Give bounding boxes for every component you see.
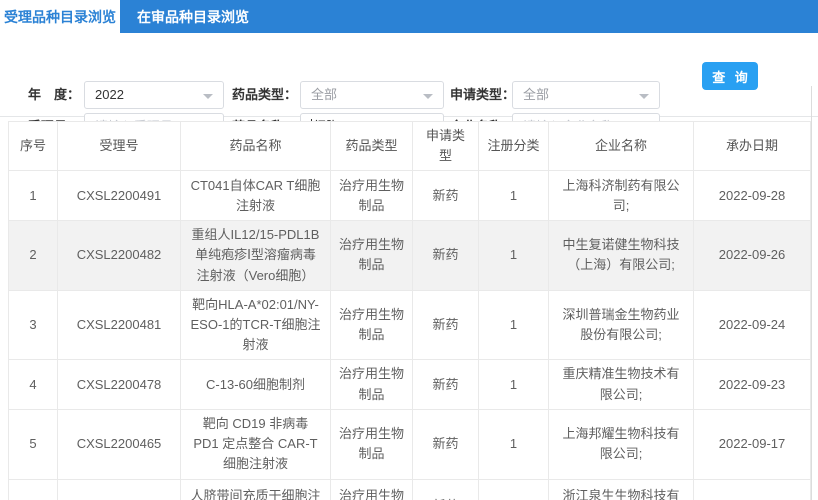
table-cell: CXSL2200465 xyxy=(58,410,181,479)
table-cell: 靶向HLA-A*02:01/NY-ESO-1的TCR-T细胞注射液 xyxy=(181,290,331,359)
table-cell: 5 xyxy=(9,410,58,479)
table-row[interactable]: 3CXSL2200481靶向HLA-A*02:01/NY-ESO-1的TCR-T… xyxy=(9,290,811,359)
table-cell: 新药 xyxy=(413,360,479,410)
year-select[interactable]: 2022 xyxy=(84,81,224,109)
table-cell: CXSL2200481 xyxy=(58,290,181,359)
column-header: 药品名称 xyxy=(181,122,331,171)
drug-type-select[interactable]: 全部 xyxy=(300,81,444,109)
tab-in-review-catalog[interactable]: 在审品种目录浏览 xyxy=(120,0,266,33)
table-cell: 2022-09-23 xyxy=(694,360,811,410)
table-cell: 治疗用生物制品 xyxy=(331,290,413,359)
table-cell: 1 xyxy=(479,360,549,410)
table-cell: 新药 xyxy=(413,171,479,221)
results-table-container: 序号受理号药品名称药品类型申请类型注册分类企业名称承办日期 1CXSL22004… xyxy=(8,121,810,500)
table-cell: 2022-09-24 xyxy=(694,290,811,359)
table-cell: 治疗用生物制品 xyxy=(331,410,413,479)
table-row[interactable]: 6CXSL2200457人脐带间充质干细胞注射液治疗用生物制品新药1浙江泉生生物… xyxy=(9,479,811,500)
table-cell: 治疗用生物制品 xyxy=(331,221,413,290)
table-cell: 新药 xyxy=(413,221,479,290)
table-cell: 1 xyxy=(479,410,549,479)
chevron-down-icon xyxy=(203,94,213,99)
year-select-value: 2022 xyxy=(95,87,124,102)
table-cell: 深圳普瑞金生物药业股份有限公司; xyxy=(549,290,694,359)
table-row[interactable]: 4CXSL2200478C-13-60细胞制剂治疗用生物制品新药1重庆精准生物技… xyxy=(9,360,811,410)
table-cell: 重组人IL12/15-PDL1B单纯疱疹Ⅰ型溶瘤病毒注射液（Vero细胞） xyxy=(181,221,331,290)
table-cell: 2022-09-28 xyxy=(694,171,811,221)
chevron-down-icon xyxy=(639,94,649,99)
table-cell: 上海科济制药有限公司; xyxy=(549,171,694,221)
table-cell: 2022-09-17 xyxy=(694,410,811,479)
table-cell: CXSL2200457 xyxy=(58,479,181,500)
column-header: 申请类型 xyxy=(413,122,479,171)
table-cell: 4 xyxy=(9,360,58,410)
filter-panel: 年 度： 2022 药品类型： 全部 申请类型： 全部 受理号： 请输入受理号 … xyxy=(0,33,818,117)
table-cell: 新药 xyxy=(413,479,479,500)
table-cell: 浙江泉生生物科技有限公司; xyxy=(549,479,694,500)
table-cell: 治疗用生物制品 xyxy=(331,360,413,410)
column-header: 注册分类 xyxy=(479,122,549,171)
table-row[interactable]: 2CXSL2200482重组人IL12/15-PDL1B单纯疱疹Ⅰ型溶瘤病毒注射… xyxy=(9,221,811,290)
table-cell: CXSL2200491 xyxy=(58,171,181,221)
table-cell: 重庆精准生物技术有限公司; xyxy=(549,360,694,410)
table-cell: 新药 xyxy=(413,290,479,359)
tab-accepted-catalog[interactable]: 受理品种目录浏览 xyxy=(0,0,120,33)
table-cell: 1 xyxy=(479,171,549,221)
table-cell: C-13-60细胞制剂 xyxy=(181,360,331,410)
year-label: 年 度： xyxy=(28,81,80,109)
query-button[interactable]: 查 询 xyxy=(702,62,758,90)
table-cell: 人脐带间充质干细胞注射液 xyxy=(181,479,331,500)
table-cell: 新药 xyxy=(413,410,479,479)
table-cell: 治疗用生物制品 xyxy=(331,171,413,221)
tab-in-review-label: 在审品种目录浏览 xyxy=(137,7,249,27)
chevron-down-icon xyxy=(423,94,433,99)
content-right-border xyxy=(811,86,812,500)
apply-type-select[interactable]: 全部 xyxy=(512,81,660,109)
column-header: 受理号 xyxy=(58,122,181,171)
table-cell: 2022-09-26 xyxy=(694,221,811,290)
table-cell: 1 xyxy=(9,171,58,221)
results-table: 序号受理号药品名称药品类型申请类型注册分类企业名称承办日期 1CXSL22004… xyxy=(8,121,811,500)
table-cell: 1 xyxy=(479,290,549,359)
tab-bar: 受理品种目录浏览 在审品种目录浏览 xyxy=(0,0,818,33)
column-header: 药品类型 xyxy=(331,122,413,171)
column-header: 承办日期 xyxy=(694,122,811,171)
table-cell: CXSL2200478 xyxy=(58,360,181,410)
tab-accepted-label: 受理品种目录浏览 xyxy=(4,7,116,27)
table-cell: 2 xyxy=(9,221,58,290)
apply-type-select-value: 全部 xyxy=(523,87,549,102)
table-cell: 治疗用生物制品 xyxy=(331,479,413,500)
apply-type-label: 申请类型： xyxy=(450,81,515,109)
column-header: 序号 xyxy=(9,122,58,171)
table-header: 序号受理号药品名称药品类型申请类型注册分类企业名称承办日期 xyxy=(9,122,811,171)
table-cell: 上海邦耀生物科技有限公司; xyxy=(549,410,694,479)
table-row[interactable]: 5CXSL2200465靶向 CD19 非病毒 PD1 定点整合 CAR-T 细… xyxy=(9,410,811,479)
column-header: 企业名称 xyxy=(549,122,694,171)
table-cell: 1 xyxy=(479,479,549,500)
table-cell: 中生复诺健生物科技（上海）有限公司; xyxy=(549,221,694,290)
table-cell: CXSL2200482 xyxy=(58,221,181,290)
table-row[interactable]: 1CXSL2200491CT041自体CAR T细胞注射液治疗用生物制品新药1上… xyxy=(9,171,811,221)
drug-type-select-value: 全部 xyxy=(311,87,337,102)
table-cell: 6 xyxy=(9,479,58,500)
table-cell: 3 xyxy=(9,290,58,359)
table-cell: 靶向 CD19 非病毒 PD1 定点整合 CAR-T 细胞注射液 xyxy=(181,410,331,479)
drug-type-label: 药品类型： xyxy=(232,81,297,109)
table-cell: 1 xyxy=(479,221,549,290)
table-cell: 2022-09-14 xyxy=(694,479,811,500)
table-cell: CT041自体CAR T细胞注射液 xyxy=(181,171,331,221)
